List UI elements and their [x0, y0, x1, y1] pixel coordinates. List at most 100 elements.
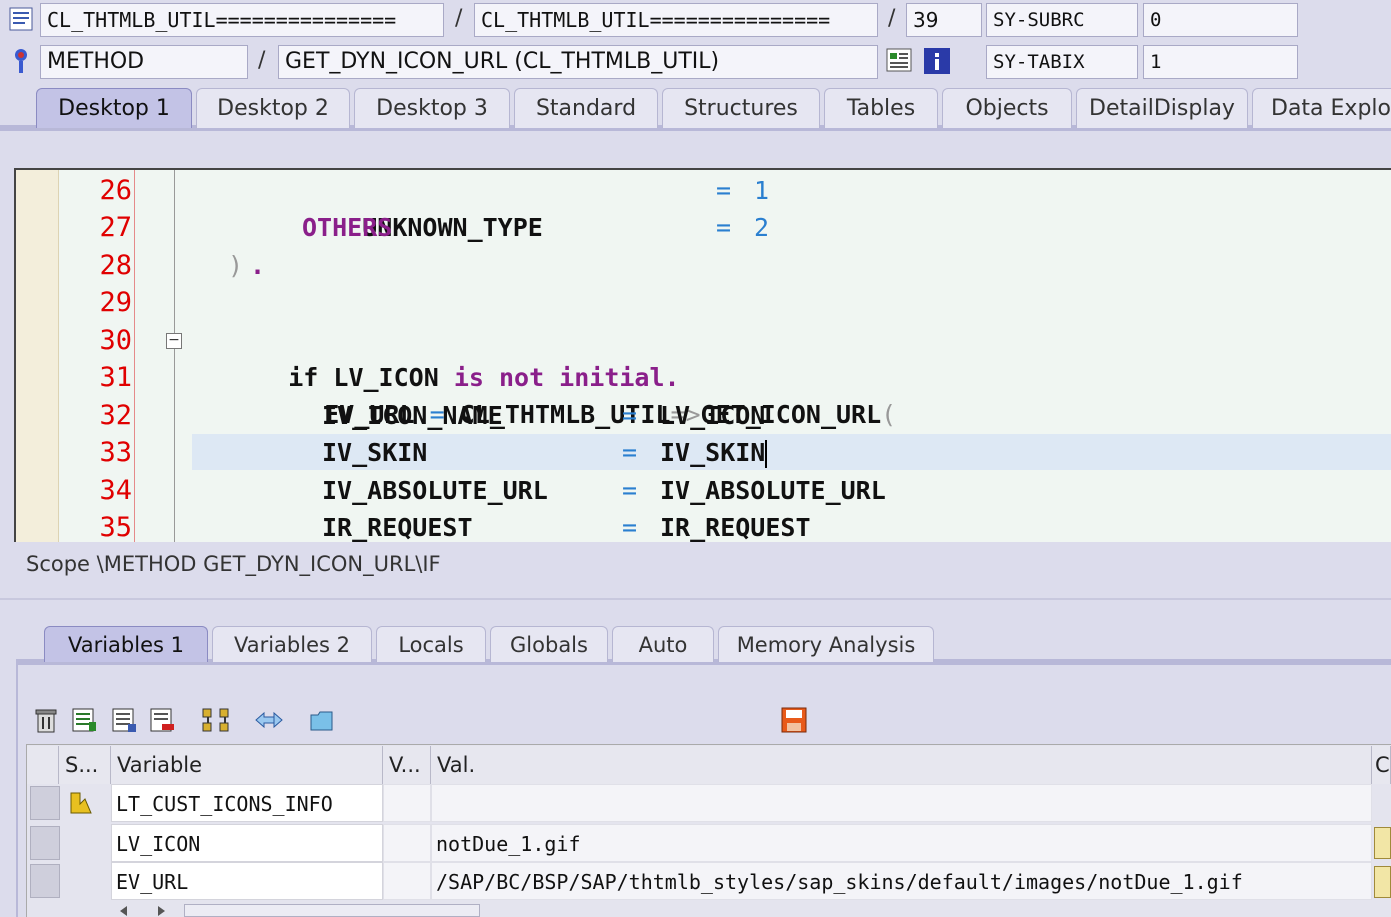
- horizontal-scrollbar[interactable]: [184, 904, 480, 917]
- value-type-cell: [383, 824, 431, 862]
- separator: /: [258, 48, 266, 73]
- export-variables-icon[interactable]: [148, 706, 176, 734]
- line-field[interactable]: 39: [906, 3, 982, 37]
- line-number: 29: [99, 287, 132, 318]
- tab-data-explorer[interactable]: Data Explorer: [1252, 88, 1391, 128]
- line-number-divider: [134, 170, 135, 542]
- display-object-icon[interactable]: [884, 46, 914, 76]
- hierarchy-icon[interactable]: [200, 706, 234, 734]
- code-line-27: OTHERS: [302, 213, 393, 242]
- breakpoint-gutter[interactable]: [16, 170, 59, 542]
- line-number: 33: [99, 437, 132, 468]
- literal-value: 2: [754, 213, 770, 242]
- assign-op: =: [622, 513, 638, 542]
- line-number: 35: [99, 512, 132, 542]
- code-line-31: EV_URL = CL_THTMLB_UTIL=>GET_ICON_URL(: [264, 359, 896, 429]
- tab-structures[interactable]: Structures: [662, 88, 820, 128]
- row-selector[interactable]: [30, 864, 60, 898]
- closing-paren: ): [228, 251, 244, 280]
- line-number: 30: [99, 325, 132, 356]
- tab-locals[interactable]: Locals: [376, 626, 486, 662]
- column-header-value[interactable]: Val.: [431, 746, 1372, 784]
- row-selector[interactable]: [30, 826, 60, 860]
- tab-variables-2[interactable]: Variables 2: [212, 626, 372, 662]
- delete-icon[interactable]: [32, 706, 60, 734]
- scope-label: Scope \METHOD GET_DYN_ICON_URL\IF: [26, 552, 441, 576]
- tab-auto[interactable]: Auto: [612, 626, 714, 662]
- column-header-variable[interactable]: Variable: [111, 746, 383, 784]
- navigate-arrows-icon[interactable]: [252, 706, 286, 734]
- scroll-right-arrow-icon[interactable]: [158, 906, 165, 916]
- text-cursor: [765, 440, 768, 468]
- tab-objects[interactable]: Objects: [942, 88, 1072, 128]
- tab-standard[interactable]: Standard: [514, 88, 658, 128]
- program-icon: [8, 6, 34, 32]
- tab-variables-1[interactable]: Variables 1: [44, 626, 208, 662]
- variable-name-cell[interactable]: LT_CUST_ICONS_INFO: [111, 784, 383, 822]
- save-icon[interactable]: [780, 706, 808, 734]
- line-number: 32: [99, 400, 132, 431]
- tab-detaildisplay[interactable]: DetailDisplay: [1076, 88, 1248, 128]
- assign-op: =: [622, 401, 638, 430]
- scroll-left-arrow-icon[interactable]: [120, 906, 127, 916]
- fold-guide: [174, 170, 175, 542]
- tab-memory-analysis[interactable]: Memory Analysis: [718, 626, 934, 662]
- method-icon: [8, 46, 34, 76]
- sysfield1-value[interactable]: 0: [1143, 3, 1298, 37]
- column-header-value-type[interactable]: V...: [383, 746, 431, 784]
- column-header-status[interactable]: S...: [59, 746, 111, 784]
- tab-desktop-3[interactable]: Desktop 3: [354, 88, 510, 128]
- sysfield1-name[interactable]: SY-SUBRC: [986, 3, 1138, 37]
- parameter-name: IR_REQUEST: [322, 513, 473, 542]
- change-value-button[interactable]: [1374, 866, 1391, 898]
- import-variables-icon[interactable]: [110, 706, 138, 734]
- parameter-value: LV_ICON: [660, 401, 766, 430]
- collapse-block-icon[interactable]: −: [166, 333, 182, 349]
- info-icon[interactable]: [922, 46, 952, 76]
- line-number: 31: [99, 362, 132, 393]
- details-icon[interactable]: [70, 706, 98, 734]
- variable-name-cell[interactable]: LV_ICON: [111, 824, 383, 862]
- assign-op: =: [716, 213, 732, 242]
- include-field[interactable]: CL_THTMLB_UTIL===============: [474, 3, 878, 37]
- parameter-value: IV_SKIN: [660, 434, 768, 471]
- assign-op: =: [716, 176, 732, 205]
- parameter-value-text: IV_SKIN: [660, 438, 766, 467]
- assign-op: =: [622, 476, 638, 505]
- event-type-field[interactable]: METHOD: [40, 45, 248, 79]
- panel-divider: [0, 598, 1391, 600]
- tab-tables[interactable]: Tables: [824, 88, 938, 128]
- change-value-button[interactable]: [1374, 827, 1391, 859]
- statement-end: .: [250, 251, 266, 280]
- assign-op: =: [622, 438, 638, 467]
- code-line-26: UNKNOWN_TYPE: [302, 172, 543, 242]
- sysfield2-value[interactable]: 1: [1143, 45, 1298, 79]
- table-type-icon: [68, 790, 94, 816]
- folder-icon[interactable]: [308, 706, 336, 734]
- value-cell[interactable]: notDue_1.gif: [431, 824, 1372, 862]
- value-cell[interactable]: /SAP/BC/BSP/SAP/thtmlb_styles/sap_skins/…: [431, 862, 1372, 900]
- code-line-30: if LV_ICON is not initial.: [228, 322, 679, 392]
- parameter-value: IV_ABSOLUTE_URL: [660, 476, 886, 505]
- tab-desktop-1[interactable]: Desktop 1: [36, 88, 192, 128]
- column-header-change[interactable]: C: [1372, 746, 1391, 784]
- sysfield2-name[interactable]: SY-TABIX: [986, 45, 1138, 79]
- row-selector[interactable]: [30, 786, 60, 820]
- separator: /: [888, 6, 896, 31]
- line-number: 28: [99, 250, 132, 281]
- column-header-row-selector: [27, 746, 59, 784]
- line-number: 27: [99, 212, 132, 243]
- parameter-name: IV_SKIN: [322, 438, 428, 467]
- event-field[interactable]: GET_DYN_ICON_URL (CL_THTMLB_UTIL): [278, 45, 878, 79]
- literal-value: 1: [754, 176, 770, 205]
- line-number: 26: [99, 175, 132, 206]
- value-cell[interactable]: [431, 784, 1372, 822]
- line-number-column: 26 27 28 29 30 31 32 33 34 35: [58, 170, 136, 542]
- value-type-cell: [383, 862, 431, 900]
- source-code-editor[interactable]: 26 27 28 29 30 31 32 33 34 35 − UNKNOWN_…: [14, 168, 1391, 542]
- opening-paren: (: [881, 400, 897, 429]
- program-field[interactable]: CL_THTMLB_UTIL===============: [40, 3, 444, 37]
- variable-name-cell[interactable]: EV_URL: [111, 862, 383, 900]
- tab-desktop-2[interactable]: Desktop 2: [196, 88, 350, 128]
- tab-globals[interactable]: Globals: [490, 626, 608, 662]
